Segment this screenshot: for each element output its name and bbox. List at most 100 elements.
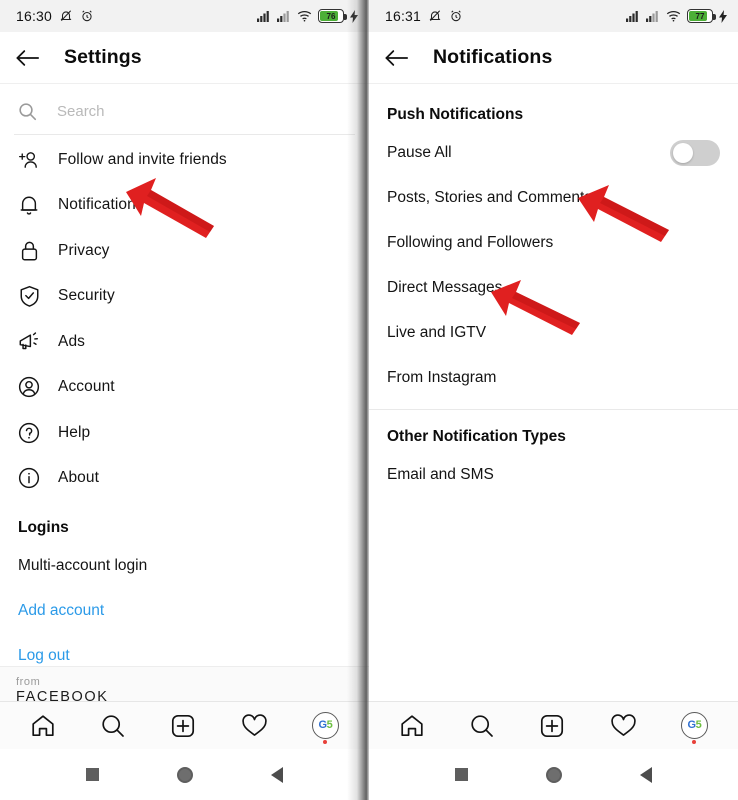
help-circle-icon xyxy=(18,422,40,444)
avatar-notification-dot xyxy=(323,740,328,744)
back-arrow-icon[interactable] xyxy=(16,48,40,68)
notification-row-email-and-sms[interactable]: Email and SMS xyxy=(369,452,738,497)
sidebar-item-security[interactable]: Security xyxy=(0,274,369,320)
sidebar-item-help[interactable]: Help xyxy=(0,410,369,456)
pause-all-toggle[interactable] xyxy=(670,139,720,166)
row-label: Live and IGTV xyxy=(387,323,487,341)
sidebar-item-label: Log out xyxy=(18,646,70,664)
alarm-icon xyxy=(449,9,463,23)
bell-icon xyxy=(18,194,40,216)
signal-1-icon xyxy=(626,10,640,22)
battery-icon: 77 xyxy=(687,9,716,23)
notification-row-pause-all[interactable]: Pause All xyxy=(369,130,738,175)
sidebar-item-label: Help xyxy=(58,423,91,441)
signal-2-icon xyxy=(646,10,660,22)
push-section-title: Push Notifications xyxy=(387,106,524,123)
right-system-nav xyxy=(369,749,738,800)
profile-avatar-icon[interactable]: G5 xyxy=(680,712,708,744)
row-label: Email and SMS xyxy=(387,465,494,483)
row-label: Pause All xyxy=(387,143,452,161)
dual-phone-screenshot: 16:30 76 Settings Search Follow and invi… xyxy=(0,0,738,800)
push-notifications-section: Push Notifications Pause All Posts, Stor… xyxy=(369,84,738,400)
recents-square-icon[interactable] xyxy=(86,768,99,781)
settings-list: Follow and invite friends Notifications xyxy=(0,135,369,678)
home-icon[interactable] xyxy=(30,713,56,739)
add-post-icon[interactable] xyxy=(170,713,196,739)
info-circle-icon xyxy=(18,467,40,489)
other-section-title: Other Notification Types xyxy=(387,428,566,445)
row-label: Following and Followers xyxy=(387,233,554,251)
sidebar-item-about[interactable]: About xyxy=(0,456,369,502)
right-bottom-nav: G5 xyxy=(369,701,738,749)
avatar-initial-blue: G xyxy=(318,719,328,731)
sidebar-item-account[interactable]: Account xyxy=(0,365,369,411)
sidebar-item-follow-and-invite-friends[interactable]: Follow and invite friends xyxy=(0,137,369,183)
sidebar-item-label: Multi-account login xyxy=(18,556,148,574)
left-system-nav xyxy=(0,749,369,800)
heart-icon[interactable] xyxy=(610,713,637,738)
back-triangle-icon[interactable] xyxy=(271,766,283,783)
sidebar-item-label: Account xyxy=(58,378,115,396)
sidebar-item-notifications[interactable]: Notifications xyxy=(0,183,369,229)
account-circle-icon xyxy=(18,376,40,398)
lock-icon xyxy=(18,240,40,262)
wifi-icon xyxy=(666,10,681,22)
recents-square-icon[interactable] xyxy=(455,768,468,781)
notification-row-live-and-igtv[interactable]: Live and IGTV xyxy=(369,310,738,355)
add-person-icon xyxy=(18,149,40,171)
search-icon[interactable] xyxy=(469,713,495,739)
back-triangle-icon[interactable] xyxy=(640,766,652,783)
home-icon[interactable] xyxy=(399,713,425,739)
signal-2-icon xyxy=(277,10,291,22)
left-phone-panel: 16:30 76 Settings Search Follow and invi… xyxy=(0,0,369,800)
sidebar-item-label: Add account xyxy=(18,601,105,619)
row-label: Posts, Stories and Comments xyxy=(387,188,593,206)
page-title: Notifications xyxy=(433,46,553,68)
sidebar-item-label: Ads xyxy=(58,332,86,350)
avatar-initial-blue: G xyxy=(687,719,697,731)
add-post-icon[interactable] xyxy=(539,713,565,739)
megaphone-icon xyxy=(18,331,40,353)
wifi-icon xyxy=(297,10,312,22)
heart-icon[interactable] xyxy=(241,713,268,738)
search-placeholder: Search xyxy=(57,102,105,120)
home-circle-icon[interactable] xyxy=(546,766,562,783)
battery-level: 77 xyxy=(695,11,705,21)
avatar: G5 xyxy=(311,712,339,739)
notification-row-direct-messages[interactable]: Direct Messages xyxy=(369,265,738,310)
sidebar-item-label: Follow and invite friends xyxy=(58,150,227,168)
profile-avatar-icon[interactable]: G5 xyxy=(311,712,339,744)
left-bottom-nav: G5 xyxy=(0,701,369,749)
charging-bolt-icon xyxy=(350,9,358,23)
left-top-bar: Settings xyxy=(0,32,369,84)
logins-section-title: Logins xyxy=(18,519,69,536)
home-circle-icon[interactable] xyxy=(177,766,193,783)
sidebar-item-multi-account-login[interactable]: Multi-account login xyxy=(0,543,369,588)
left-status-bar: 16:30 76 xyxy=(0,0,369,32)
row-label: Direct Messages xyxy=(387,278,503,296)
shield-check-icon xyxy=(18,285,40,308)
other-notification-types-section: Other Notification Types Email and SMS xyxy=(369,410,738,497)
battery-icon: 76 xyxy=(318,9,347,23)
footer-from-label: from xyxy=(16,676,41,688)
sidebar-item-label: Security xyxy=(58,287,115,305)
battery-level: 76 xyxy=(326,11,336,21)
row-label: From Instagram xyxy=(387,368,497,386)
alarm-icon xyxy=(80,9,94,23)
signal-1-icon xyxy=(257,10,271,22)
notification-row-from-instagram[interactable]: From Instagram xyxy=(369,355,738,400)
notification-row-posts-stories-comments[interactable]: Posts, Stories and Comments xyxy=(369,175,738,220)
sidebar-item-ads[interactable]: Ads xyxy=(0,319,369,365)
search-bar[interactable]: Search xyxy=(0,88,369,134)
bell-muted-icon xyxy=(59,9,73,23)
search-icon xyxy=(18,102,37,121)
back-arrow-icon[interactable] xyxy=(385,48,409,68)
right-top-bar: Notifications xyxy=(369,32,738,84)
status-time: 16:31 xyxy=(385,8,422,24)
notification-row-following-and-followers[interactable]: Following and Followers xyxy=(369,220,738,265)
search-icon[interactable] xyxy=(100,713,126,739)
status-time: 16:30 xyxy=(16,8,53,24)
sidebar-item-add-account[interactable]: Add account xyxy=(0,588,369,633)
sidebar-item-privacy[interactable]: Privacy xyxy=(0,228,369,274)
bell-muted-icon xyxy=(428,9,442,23)
